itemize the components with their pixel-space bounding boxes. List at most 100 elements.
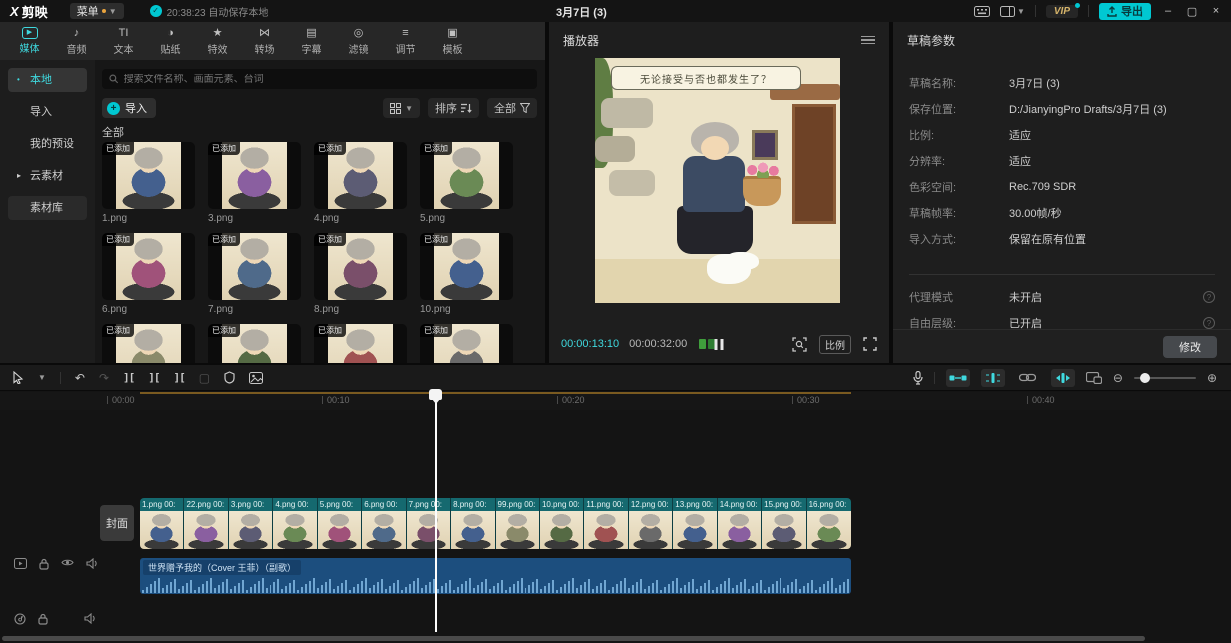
tab-audio[interactable]: ♪音频 bbox=[53, 22, 100, 60]
shortcut-keyboard-icon[interactable] bbox=[974, 6, 990, 17]
media-item[interactable]: 已添加 bbox=[102, 324, 195, 363]
tab-text[interactable]: TI文本 bbox=[100, 22, 147, 60]
window-close-button[interactable]: × bbox=[1209, 5, 1223, 17]
hide-track-icon[interactable] bbox=[61, 558, 74, 570]
preview-quality-icon[interactable] bbox=[699, 339, 715, 349]
search-input[interactable] bbox=[124, 74, 530, 85]
layout-switch-button[interactable]: ▼ bbox=[1000, 6, 1025, 17]
video-clip[interactable]: 12.png 00: bbox=[629, 498, 673, 549]
split-right-icon[interactable]: ][ bbox=[174, 371, 185, 385]
mute-track-icon[interactable] bbox=[84, 613, 96, 625]
player-menu-icon[interactable] bbox=[861, 36, 875, 45]
cover-button[interactable]: 封面 bbox=[100, 505, 134, 541]
timeline-scrollbar[interactable] bbox=[0, 635, 1231, 642]
help-icon[interactable]: ? bbox=[1203, 291, 1215, 303]
media-item[interactable]: 已添加1.png bbox=[102, 142, 195, 224]
playhead-handle[interactable] bbox=[429, 389, 442, 400]
mirror-preview-icon[interactable] bbox=[1086, 372, 1102, 384]
tab-captions[interactable]: ▤字幕 bbox=[288, 22, 335, 60]
record-voiceover-icon[interactable] bbox=[913, 371, 923, 385]
vip-button[interactable]: VIP bbox=[1046, 5, 1078, 18]
video-clip[interactable]: 11.png 00: bbox=[584, 498, 628, 549]
undo-button[interactable]: ↶ bbox=[75, 371, 85, 385]
video-clip[interactable]: 1.png 00: bbox=[140, 498, 184, 549]
timeline-ruler[interactable]: 00:0000:1000:2000:3000:40 bbox=[0, 392, 1231, 410]
tab-templates[interactable]: ▣模板 bbox=[429, 22, 476, 60]
media-item[interactable]: 已添加 bbox=[208, 324, 301, 363]
auto-snap-toggle[interactable] bbox=[981, 369, 1005, 387]
tab-media[interactable]: ▶媒体 bbox=[6, 22, 53, 60]
focus-frame-icon[interactable] bbox=[792, 337, 807, 352]
video-clip[interactable]: 4.png 00: bbox=[273, 498, 317, 549]
media-item[interactable]: 已添加10.png bbox=[420, 233, 513, 315]
track-overlay-icon[interactable] bbox=[14, 558, 27, 570]
video-clip[interactable]: 5.png 00: bbox=[318, 498, 362, 549]
media-item[interactable]: 已添加6.png bbox=[102, 233, 195, 315]
video-clip[interactable]: 3.png 00: bbox=[229, 498, 273, 549]
window-maximize-button[interactable]: ▢ bbox=[1185, 5, 1199, 18]
tab-effects[interactable]: ★特效 bbox=[194, 22, 241, 60]
split-icon[interactable]: ][ bbox=[123, 371, 134, 385]
media-item[interactable]: 已添加5.png bbox=[420, 142, 513, 224]
main-track-magnet-toggle[interactable] bbox=[946, 369, 970, 387]
window-minimize-button[interactable]: – bbox=[1161, 5, 1175, 17]
aspect-ratio-button[interactable]: 比例 bbox=[819, 335, 851, 354]
media-item[interactable]: 已添加4.png bbox=[314, 142, 407, 224]
media-item[interactable]: 已添加 bbox=[314, 324, 407, 363]
video-clip[interactable]: 7.png 00: bbox=[407, 498, 451, 549]
sidebar-item-import[interactable]: 导入 bbox=[8, 100, 87, 124]
media-item[interactable]: 已添加 bbox=[420, 324, 513, 363]
sidebar-item-library[interactable]: 素材库 bbox=[8, 196, 87, 220]
export-button[interactable]: 导出 bbox=[1099, 3, 1151, 20]
zoom-slider-knob[interactable] bbox=[1140, 373, 1150, 383]
video-clip[interactable]: 16.png 00: bbox=[807, 498, 851, 549]
media-item[interactable]: 已添加3.png bbox=[208, 142, 301, 224]
media-item[interactable]: 已添加7.png bbox=[208, 233, 301, 315]
zoom-out-icon[interactable]: ⊖ bbox=[1113, 371, 1123, 385]
view-mode-button[interactable]: ▼ bbox=[383, 98, 420, 118]
import-button[interactable]: + 导入 bbox=[102, 98, 156, 118]
filter-button[interactable]: 全部 bbox=[487, 98, 537, 118]
chevron-down-icon[interactable]: ▼ bbox=[38, 373, 46, 382]
pause-button[interactable] bbox=[715, 339, 724, 350]
lock-track-icon[interactable] bbox=[39, 558, 49, 570]
split-left-icon[interactable]: ][ bbox=[148, 371, 159, 385]
tab-transitions[interactable]: ⋈转场 bbox=[241, 22, 288, 60]
help-icon[interactable]: ? bbox=[1203, 317, 1215, 329]
audio-clip[interactable]: 世界赠予我的（Cover 王菲）（副歌） bbox=[140, 558, 851, 594]
mute-track-icon[interactable] bbox=[86, 558, 98, 570]
sidebar-item-presets[interactable]: 我的预设 bbox=[8, 132, 87, 156]
preview-axis-toggle[interactable] bbox=[1051, 369, 1075, 387]
video-preview[interactable]: 无论接受与否也都发生了？ bbox=[595, 58, 840, 303]
media-item[interactable]: 已添加8.png bbox=[314, 233, 407, 315]
sidebar-item-cloud[interactable]: ▸云素材 bbox=[8, 164, 87, 188]
video-clip[interactable]: 15.png 00: bbox=[762, 498, 806, 549]
sidebar-item-local[interactable]: •本地 bbox=[8, 68, 87, 92]
tab-sticker[interactable]: ◑贴纸 bbox=[147, 22, 194, 60]
timeline-scrollbar-thumb[interactable] bbox=[2, 636, 1145, 641]
playhead-line[interactable] bbox=[435, 389, 437, 632]
video-clip[interactable]: 99.png 00: bbox=[496, 498, 540, 549]
video-clip[interactable]: 13.png 00: bbox=[673, 498, 717, 549]
tab-filters[interactable]: ◎滤镜 bbox=[335, 22, 382, 60]
timeline-zoom-slider[interactable] bbox=[1134, 377, 1196, 379]
video-clip[interactable]: 14.png 00: bbox=[718, 498, 762, 549]
redo-button[interactable]: ↷ bbox=[99, 371, 109, 385]
select-tool-button[interactable] bbox=[12, 371, 24, 384]
zoom-in-icon[interactable]: ⊕ bbox=[1207, 371, 1217, 385]
mask-shield-icon[interactable] bbox=[224, 371, 235, 384]
image-adjust-icon[interactable] bbox=[249, 372, 263, 384]
video-clip[interactable]: 10.png 00: bbox=[540, 498, 584, 549]
lock-track-icon[interactable] bbox=[38, 613, 48, 625]
menu-button[interactable]: 菜单 ▼ bbox=[70, 3, 124, 19]
tab-adjust[interactable]: ≡调节 bbox=[382, 22, 429, 60]
audio-track-icon[interactable] bbox=[14, 613, 26, 625]
linkage-toggle[interactable] bbox=[1016, 369, 1040, 387]
video-clip[interactable]: 6.png 00: bbox=[362, 498, 406, 549]
search-bar[interactable] bbox=[102, 69, 537, 89]
video-clip[interactable]: 8.png 00: bbox=[451, 498, 495, 549]
fullscreen-icon[interactable] bbox=[863, 337, 877, 351]
delete-icon[interactable]: ▢ bbox=[199, 371, 210, 385]
video-clip[interactable]: 22.png 00: bbox=[184, 498, 228, 549]
sort-button[interactable]: 排序 bbox=[428, 98, 479, 118]
